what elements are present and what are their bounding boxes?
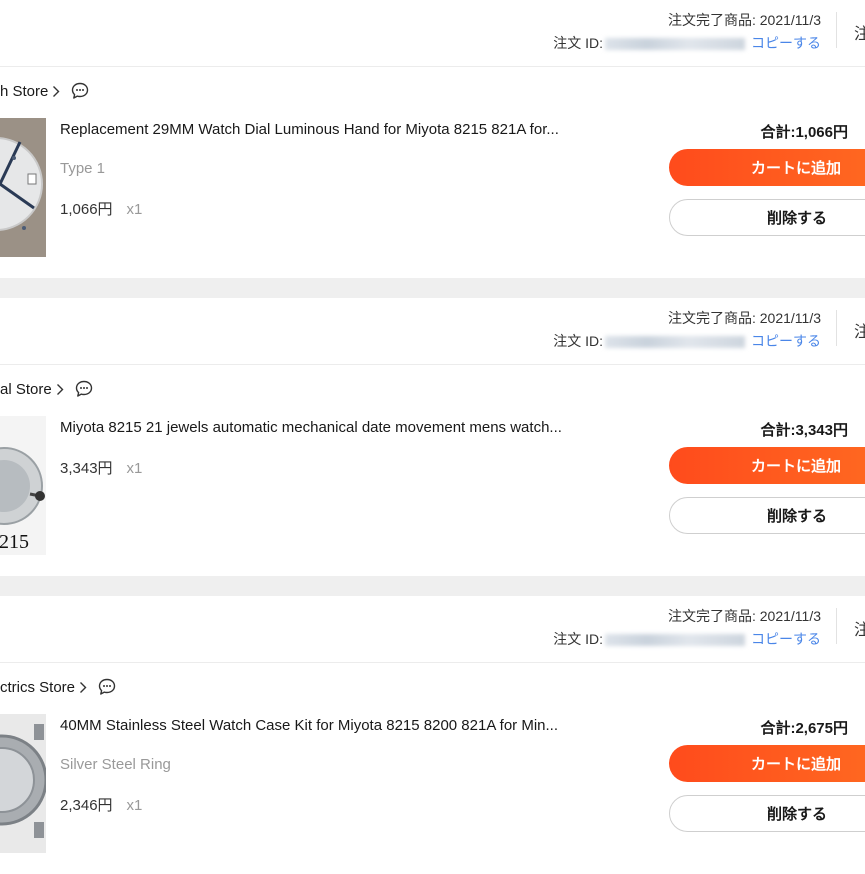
add-to-cart-button[interactable]: カートに追加 <box>669 447 865 484</box>
order-details-link[interactable]: 注 <box>854 318 865 342</box>
order-total: 合計:2,675円 <box>760 720 848 737</box>
order-total: 合計:3,343円 <box>760 422 848 439</box>
divider <box>0 364 865 365</box>
product-price-row: 2,346円 x1 <box>60 794 142 815</box>
delete-button[interactable]: 削除する <box>669 795 865 832</box>
store-link[interactable]: ctrics Store <box>0 676 117 698</box>
order-card: 注文完了商品: 2021/11/3 注文 ID: コピーする 注 al Store… <box>0 298 865 576</box>
store-name: al Store <box>0 380 52 398</box>
product-thumbnail[interactable] <box>0 118 46 257</box>
add-to-cart-button[interactable]: カートに追加 <box>669 149 865 186</box>
divider <box>0 662 865 663</box>
order-id-value-redacted <box>605 336 745 349</box>
copy-order-id-link[interactable]: コピーする <box>751 631 821 647</box>
order-id-value-redacted <box>605 38 745 51</box>
product-price: 2,346円 <box>60 797 113 814</box>
order-header: 注文完了商品: 2021/11/3 注文 ID: コピーする 注 <box>0 596 865 662</box>
product-price: 3,343円 <box>60 460 113 477</box>
order-id-label: 注文 ID: <box>553 333 603 349</box>
chevron-right-icon <box>52 85 60 98</box>
product-title[interactable]: 40MM Stainless Steel Watch Case Kit for … <box>60 717 615 734</box>
store-link[interactable]: h Store <box>0 80 90 102</box>
copy-order-id-link[interactable]: コピーする <box>751 35 821 51</box>
delete-button[interactable]: 削除する <box>669 199 865 236</box>
product-price-row: 1,066円 x1 <box>60 198 142 219</box>
product-quantity: x1 <box>126 460 143 477</box>
store-name: h Store <box>0 82 49 100</box>
product-price-row: 3,343円 x1 <box>60 457 142 478</box>
product-quantity: x1 <box>126 797 143 814</box>
order-id-label: 注文 ID: <box>553 35 603 51</box>
order-completed-date: 注文完了商品: 2021/11/3 <box>667 310 821 326</box>
header-divider <box>836 12 837 48</box>
order-total: 合計:1,066円 <box>760 124 848 141</box>
chat-bubble-icon[interactable] <box>97 677 117 697</box>
order-header: 注文完了商品: 2021/11/3 注文 ID: コピーする 注 <box>0 298 865 364</box>
chat-bubble-icon[interactable] <box>70 81 90 101</box>
product-quantity: x1 <box>126 201 143 218</box>
header-divider <box>836 310 837 346</box>
order-id-row: 注文 ID: コピーする <box>553 33 821 53</box>
order-card: 注文完了商品: 2021/11/3 注文 ID: コピーする 注 h Store … <box>0 0 865 278</box>
chevron-right-icon <box>79 681 87 694</box>
product-thumbnail[interactable] <box>0 714 46 853</box>
order-header: 注文完了商品: 2021/11/3 注文 ID: コピーする 注 <box>0 0 865 66</box>
add-to-cart-button[interactable]: カートに追加 <box>669 745 865 782</box>
product-variant: Silver Steel Ring <box>60 756 171 773</box>
order-completed-date: 注文完了商品: 2021/11/3 <box>667 608 821 624</box>
divider <box>0 66 865 67</box>
chat-bubble-icon[interactable] <box>74 379 94 399</box>
copy-order-id-link[interactable]: コピーする <box>751 333 821 349</box>
order-id-row: 注文 ID: コピーする <box>553 331 821 351</box>
order-card: 注文完了商品: 2021/11/3 注文 ID: コピーする 注 ctrics S… <box>0 596 865 874</box>
thumbnail-caption: 215 <box>0 531 29 553</box>
delete-button[interactable]: 削除する <box>669 497 865 534</box>
store-link[interactable]: al Store <box>0 378 94 400</box>
product-title[interactable]: Replacement 29MM Watch Dial Luminous Han… <box>60 121 615 138</box>
order-details-link[interactable]: 注 <box>854 616 865 640</box>
product-thumbnail[interactable]: 215 <box>0 416 46 555</box>
order-details-link[interactable]: 注 <box>854 20 865 44</box>
order-id-value-redacted <box>605 634 745 647</box>
product-variant: Type 1 <box>60 160 106 177</box>
product-price: 1,066円 <box>60 201 113 218</box>
order-id-label: 注文 ID: <box>553 631 603 647</box>
store-name: ctrics Store <box>0 678 76 696</box>
header-divider <box>836 608 837 644</box>
chevron-right-icon <box>56 383 64 396</box>
product-title[interactable]: Miyota 8215 21 jewels automatic mechanic… <box>60 419 615 436</box>
order-id-row: 注文 ID: コピーする <box>553 629 821 649</box>
order-completed-date: 注文完了商品: 2021/11/3 <box>667 12 821 28</box>
